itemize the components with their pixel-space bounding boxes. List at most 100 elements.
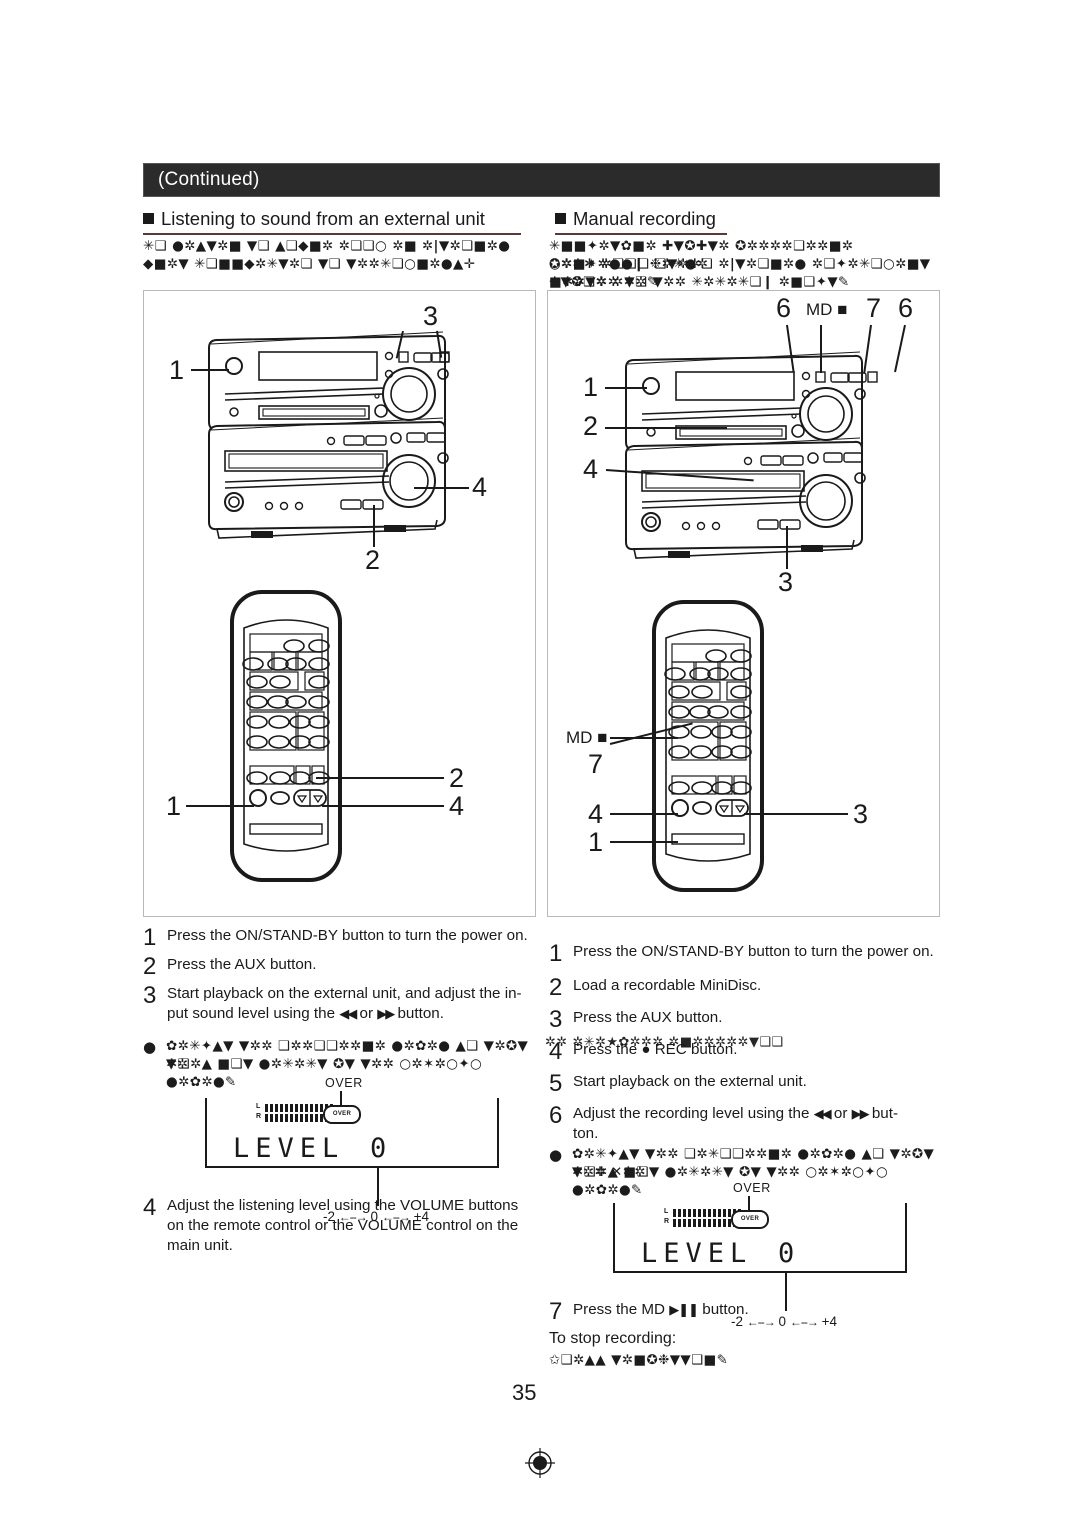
left-callout-1-leader — [191, 369, 229, 371]
left-step-2-number: 2 — [143, 953, 157, 980]
left-step-4-line2: on the remote control or the VOLUME cont… — [167, 1217, 519, 1234]
left-step-1-text: Press the ON/STAND-BY button to turn the… — [167, 927, 528, 944]
left-section-heading: Listening to sound from an external unit — [143, 208, 485, 230]
right-step-7: 7 Press the MD ▶❚❚ button. — [549, 1300, 944, 1324]
right-callout-2-leader — [605, 427, 727, 429]
right-remote-callout-1-leader — [610, 841, 678, 843]
left-callout-4-leader — [414, 487, 469, 489]
left-remote-callout-4-leader — [322, 805, 444, 807]
right-step-6-line1-pre: Adjust the recording level using the — [573, 1105, 810, 1122]
right-step-4-overlay-symbols: ✲✲ ✲✳✲★✿✲✲✲ ✲■✲✲✲✲✲▼❑❑ — [545, 1035, 784, 1050]
left-heading-text: Listening to sound from an external unit — [161, 208, 485, 229]
left-callout-2-leader — [373, 505, 375, 547]
right-md-leader — [820, 325, 822, 373]
left-lcd-value: 0 — [370, 1133, 393, 1164]
right-illustration-frame: 6 MD ■ 7 6 1 2 4 3 MD ■ 7 4 3 1 — [547, 290, 940, 917]
left-callout-1: 1 — [169, 355, 185, 385]
right-step-7-prefix: Press the MD — [573, 1301, 665, 1318]
left-step-3-number: 3 — [143, 982, 157, 1009]
left-callout-3: 3 — [423, 301, 439, 331]
left-step-3-or: or — [359, 1005, 374, 1022]
left-lcd-over-indicator: OVER — [323, 1105, 361, 1124]
right-step-7-suffix: button. — [702, 1301, 749, 1318]
registration-crop-mark — [525, 1448, 555, 1478]
left-lcd-over-label: OVER — [325, 1076, 363, 1090]
left-remote-callout-4: 4 — [449, 791, 465, 821]
right-callout-6a: 6 — [776, 293, 792, 323]
right-step-5-number: 5 — [549, 1070, 563, 1097]
right-step-1: 1 Press the ON/STAND-BY button to turn t… — [549, 942, 944, 966]
left-callout-2: 2 — [365, 545, 381, 575]
left-illustration-frame: 1 3 4 2 1 2 4 — [143, 290, 536, 917]
right-step-2: 2 Load a recordable MiniDisc. — [549, 976, 944, 1000]
left-step-4-number: 4 — [143, 1194, 157, 1221]
right-step-3-text: Press the AUX button. — [573, 1009, 723, 1026]
right-callout-1-leader — [605, 387, 647, 389]
right-remote-callout-1: 1 — [588, 827, 604, 857]
left-lcd-meter-label-r: R — [256, 1112, 262, 1120]
right-step-6-or: or — [833, 1105, 848, 1122]
right-remote-md-label: MD ■ — [566, 728, 608, 747]
right-step-7-number: 7 — [549, 1298, 563, 1325]
left-step-1: 1 Press the ON/STAND-BY button to turn t… — [143, 926, 533, 950]
right-md-stop-label: MD ■ — [806, 300, 848, 319]
right-lcd-over-label: OVER — [733, 1181, 771, 1195]
right-step-2-text: Load a recordable MiniDisc. — [573, 977, 762, 994]
left-lcd-meter-label-l: L — [256, 1103, 261, 1110]
stop-recording-symbols: ✩❑✲▲▲ ▼✲■✪❉▼▼❑■✎ — [549, 1353, 729, 1368]
left-step-3-text: Start playback on the external unit, and… — [167, 984, 522, 1024]
right-section-heading: Manual recording — [555, 208, 716, 230]
play-pause-icon: ▶❚❚ — [669, 1302, 699, 1317]
left-lcd-text: LEVEL — [233, 1133, 345, 1164]
right-callout-7: 7 — [866, 293, 882, 323]
left-step-2: 2 Press the AUX button. — [143, 955, 533, 979]
right-remote-callout-3-leader — [744, 813, 848, 815]
rewind-icon: ◀◀ — [339, 1006, 357, 1021]
left-step-4-text: Adjust the listening level using the VOL… — [167, 1196, 518, 1256]
right-step-6-line1-post: but- — [871, 1105, 899, 1122]
bullet-square-icon — [555, 213, 566, 224]
left-remote-callout-1: 1 — [166, 791, 182, 821]
right-step-6: 6 Adjust the recording level using the ◀… — [549, 1104, 944, 1144]
right-step-3-number: 3 — [549, 1006, 563, 1033]
right-step-7-text: Press the MD ▶❚❚ button. — [573, 1300, 749, 1324]
left-step-1-number: 1 — [143, 924, 157, 951]
right-callout-4: 4 — [583, 454, 599, 484]
rewind-icon: ◀◀ — [813, 1106, 832, 1121]
right-remote-callout-4: 4 — [588, 799, 604, 829]
right-step-1-number: 1 — [549, 940, 563, 967]
right-lcd-over-indicator: OVER — [731, 1210, 769, 1229]
right-remote-md-leader — [610, 737, 678, 739]
right-heading-rule — [555, 233, 727, 235]
manual-page: (Continued) Listening to sound from an e… — [0, 0, 1080, 1525]
page-number: 35 — [512, 1380, 537, 1405]
right-callout-1: 1 — [583, 372, 599, 402]
right-remote-illustration — [648, 596, 768, 896]
right-note-bullet: ● — [549, 1146, 563, 1164]
right-step-1-text: Press the ON/STAND-BY button to turn the… — [573, 943, 934, 960]
right-lcd-value: 0 — [778, 1238, 801, 1269]
right-remote-callout-4-leader — [610, 813, 678, 815]
left-step-3-line1: Start playback on the external unit, and… — [167, 985, 522, 1002]
left-callout-4: 4 — [472, 472, 488, 502]
right-stereo-illustration — [616, 346, 906, 581]
left-remote-callout-2: 2 — [449, 763, 465, 793]
right-remote-callout-3: 3 — [853, 799, 869, 829]
left-step-2-text: Press the AUX button. — [167, 956, 317, 973]
left-step-4: 4 Adjust the listening level using the V… — [143, 1196, 533, 1256]
right-callout-3-leader — [786, 526, 788, 569]
right-step-2-number: 2 — [549, 974, 563, 1001]
right-lcd-text: LEVEL — [641, 1238, 753, 1269]
right-step-6-number: 6 — [549, 1102, 563, 1129]
fast-forward-icon: ▶▶ — [851, 1106, 870, 1121]
left-step-3-line2-pre: put sound level using the — [167, 1005, 336, 1022]
right-step-3: 3 Press the AUX button. — [549, 1008, 944, 1032]
right-step-5: 5 Start playback on the external unit. — [549, 1072, 944, 1096]
continued-label: (Continued) — [158, 169, 260, 190]
left-intro-symbols: ✳❑ ●✲▲▼✲■ ▼❑ ▲❑◆■✲ ✲❑❑○ ✲■ ✲|▼✲❑■✲● ◆■✲▼… — [143, 239, 516, 272]
right-step-5-text: Start playback on the external unit. — [573, 1073, 807, 1090]
bullet-square-icon — [143, 213, 154, 224]
right-callout-3: 3 — [778, 567, 794, 597]
stop-recording-heading: To stop recording: — [549, 1330, 677, 1347]
left-step-4-line1: Adjust the listening level using the VOL… — [167, 1197, 519, 1214]
